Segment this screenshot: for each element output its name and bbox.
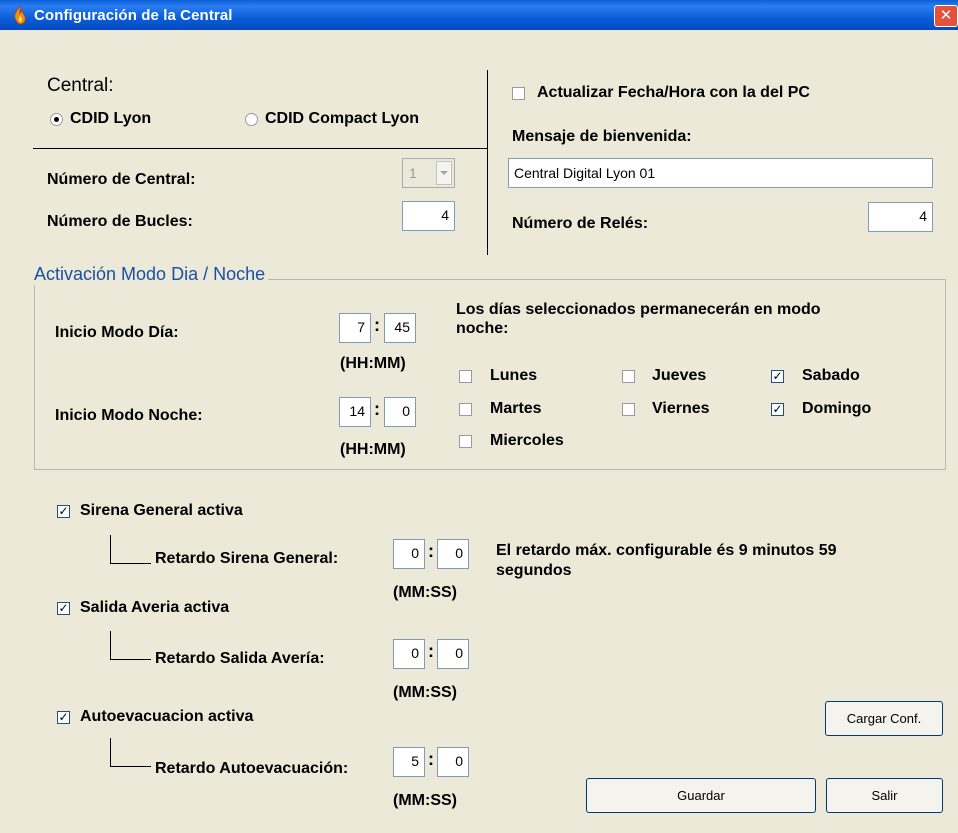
central-label: Central: [47,75,114,96]
guardar-button[interactable]: Guardar [586,778,816,813]
window-title: Configuración de la Central [34,7,233,24]
dia-hh-field[interactable]: 7 [339,313,371,343]
numero-bucles-field[interactable]: 4 [402,201,455,231]
numero-central-label: Número de Central: [47,171,196,188]
checkbox-viernes-label[interactable]: Viernes [652,400,710,418]
tree-connector [110,738,151,767]
retardo-info-line1: El retardo máx. configurable és 9 minuto… [496,542,837,559]
checkbox-lunes-label[interactable]: Lunes [490,367,537,385]
checkbox-martes-label[interactable]: Martes [490,400,542,418]
averia-ss-field[interactable]: 0 [437,639,469,669]
close-button[interactable]: ✕ [934,5,958,27]
salir-button[interactable]: Salir [826,778,943,813]
checkbox-miercoles-label[interactable]: Miercoles [490,432,564,450]
averia-mm-field[interactable]: 0 [393,639,425,669]
hhmm-format-label: (HH:MM) [340,355,406,372]
dias-info-line2: noche: [456,320,509,337]
title-bar[interactable]: Configuración de la Central ✕ [0,0,958,30]
checkbox-jueves[interactable] [622,370,635,383]
noche-mm-field[interactable]: 0 [384,397,416,427]
mensaje-bienvenida-input[interactable]: Central Digital Lyon 01 [508,158,933,188]
hhmm-format-label: (HH:MM) [340,441,406,458]
checkbox-autoevacuacion[interactable]: ✓ [57,711,70,724]
checkbox-martes[interactable] [459,403,472,416]
radio-cdid-compact-lyon-label[interactable]: CDID Compact Lyon [265,110,419,128]
numero-reles-field[interactable]: 4 [868,202,933,232]
retardo-sirena-label: Retardo Sirena General: [155,550,339,567]
checkbox-viernes[interactable] [622,403,635,416]
time-colon: : [428,749,434,769]
checkbox-sirena-general[interactable]: ✓ [57,505,70,518]
chevron-down-icon[interactable] [436,161,452,185]
mmss-format-label: (MM:SS) [393,584,457,601]
checkbox-jueves-label[interactable]: Jueves [652,367,706,385]
inicio-noche-label: Inicio Modo Noche: [55,407,203,424]
numero-bucles-label: Número de Bucles: [47,213,193,230]
mmss-format-label: (MM:SS) [393,684,457,701]
numero-reles-label: Número de Relés: [512,215,649,232]
retardo-averia-label: Retardo Salida Avería: [155,650,325,667]
dias-info-line1: Los días seleccionados permanecerán en m… [456,301,821,318]
divider-horizontal [33,148,488,149]
inicio-dia-label: Inicio Modo Día: [55,324,179,341]
actualizar-fecha-checkbox[interactable] [512,87,525,100]
fire-icon [14,5,26,25]
time-colon: : [374,315,380,335]
actualizar-fecha-label[interactable]: Actualizar Fecha/Hora con la del PC [537,84,810,102]
checkbox-salida-averia[interactable]: ✓ [57,602,70,615]
sirena-ss-field[interactable]: 0 [437,539,469,569]
sirena-general-label[interactable]: Sirena General activa [80,502,243,520]
divider-vertical [487,70,488,255]
autoevac-mm-field[interactable]: 5 [393,747,425,777]
numero-central-select[interactable]: 1 [402,158,455,188]
time-colon: : [374,399,380,419]
checkbox-domingo-label[interactable]: Domingo [802,400,871,418]
checkbox-sabado-label[interactable]: Sabado [802,367,860,385]
mensaje-bienvenida-label: Mensaje de bienvenida: [512,128,692,145]
tree-connector [110,535,151,564]
retardo-autoevacuacion-label: Retardo Autoevacuación: [155,760,349,777]
radio-cdid-compact-lyon[interactable] [245,113,258,126]
checkbox-sabado[interactable]: ✓ [771,370,784,383]
mmss-format-label: (MM:SS) [393,792,457,809]
retardo-info-line2: segundos [496,562,572,579]
checkbox-miercoles[interactable] [459,435,472,448]
radio-cdid-lyon-label[interactable]: CDID Lyon [70,110,151,128]
noche-hh-field[interactable]: 14 [339,397,371,427]
autoevacuacion-label[interactable]: Autoevacuacion activa [80,708,253,726]
numero-central-value: 1 [409,165,417,181]
sirena-mm-field[interactable]: 0 [393,539,425,569]
time-colon: : [428,641,434,661]
dia-noche-group-title: Activación Modo Dia / Noche [31,264,269,285]
checkbox-lunes[interactable] [459,370,472,383]
radio-cdid-lyon[interactable] [50,113,63,126]
checkbox-domingo[interactable]: ✓ [771,403,784,416]
dia-mm-field[interactable]: 45 [384,313,416,343]
autoevac-ss-field[interactable]: 0 [437,747,469,777]
close-icon: ✕ [939,7,953,24]
salida-averia-label[interactable]: Salida Averia activa [80,599,229,617]
time-colon: : [428,541,434,561]
cargar-conf-button[interactable]: Cargar Conf. [825,701,943,736]
tree-connector [110,631,151,660]
